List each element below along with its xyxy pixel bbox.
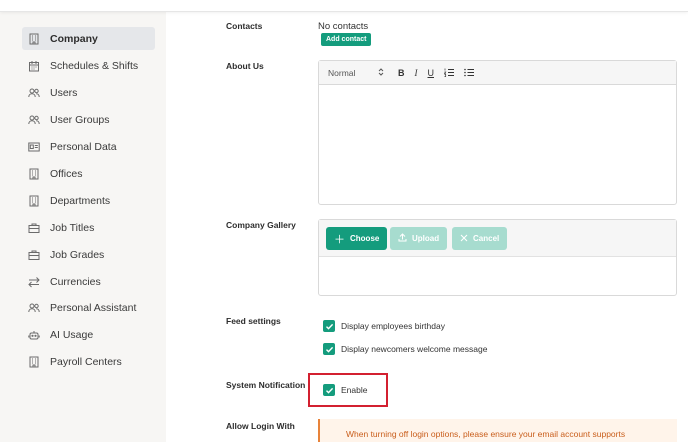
sidebar-item-label: Users bbox=[50, 86, 78, 99]
allow-login-label: Allow Login With bbox=[226, 421, 295, 431]
sidebar-item-label: User Groups bbox=[50, 113, 110, 126]
bold-button[interactable]: B bbox=[398, 68, 405, 78]
calendar-icon bbox=[27, 59, 41, 73]
sidebar-item-company[interactable]: Company bbox=[22, 27, 155, 50]
add-contact-button[interactable]: Add contact bbox=[321, 33, 372, 46]
feed-option-birthday[interactable]: Display employees birthday bbox=[323, 320, 445, 332]
users-icon bbox=[27, 86, 41, 100]
users-icon bbox=[27, 113, 41, 127]
sidebar-item-label: AI Usage bbox=[50, 328, 94, 341]
sidebar-item-job-grades[interactable]: Job Grades bbox=[22, 243, 155, 266]
sidebar-item-users[interactable]: Users bbox=[22, 81, 155, 104]
company-gallery-label: Company Gallery bbox=[226, 220, 296, 230]
feed-settings-label: Feed settings bbox=[226, 316, 281, 326]
gallery-drop-area[interactable] bbox=[319, 257, 676, 295]
bullet-list-icon bbox=[464, 68, 474, 77]
system-notification-label: System Notification bbox=[226, 380, 306, 390]
building-icon bbox=[27, 194, 41, 208]
sidebar-item-label: Departments bbox=[50, 194, 111, 207]
upload-label: Upload bbox=[412, 234, 440, 243]
header-select-value: Normal bbox=[328, 67, 356, 78]
sidebar-item-offices[interactable]: Offices bbox=[22, 162, 155, 185]
company-settings-form: Contacts No contacts Add contact About U… bbox=[166, 12, 688, 442]
plus-icon: ＋ bbox=[334, 233, 345, 246]
robot-icon bbox=[27, 328, 41, 342]
sidebar-item-label: Offices bbox=[50, 167, 83, 180]
sidebar-item-label: Schedules & Shifts bbox=[50, 59, 139, 72]
feed-option-newcomers[interactable]: Display newcomers welcome message bbox=[323, 343, 487, 355]
about-us-editor: Normal B I U bbox=[318, 60, 677, 205]
contacts-value: No contacts bbox=[318, 21, 369, 32]
sidebar-item-label: Currencies bbox=[50, 275, 101, 288]
ordered-list-icon bbox=[444, 68, 454, 77]
sidebar-item-label: Job Grades bbox=[50, 248, 105, 261]
ordered-list-button[interactable] bbox=[444, 68, 454, 77]
building-icon bbox=[27, 167, 41, 181]
login-warning-text: When turning off login options, please e… bbox=[346, 429, 626, 439]
sidebar-item-personal-data[interactable]: Personal Data bbox=[22, 135, 155, 158]
upload-icon bbox=[398, 232, 407, 245]
login-warning: When turning off login options, please e… bbox=[318, 419, 677, 442]
contacts-label: Contacts bbox=[226, 21, 263, 31]
feed-option-label: Display newcomers welcome message bbox=[341, 344, 488, 354]
check-icon[interactable] bbox=[323, 320, 335, 332]
cancel-label: Cancel bbox=[473, 234, 500, 243]
close-icon bbox=[460, 233, 468, 245]
editor-content-area[interactable] bbox=[319, 85, 676, 205]
choose-label: Choose bbox=[350, 234, 380, 243]
sidebar-item-label: Personal Assistant bbox=[50, 301, 137, 314]
upload-button[interactable]: Upload bbox=[390, 227, 448, 250]
sidebar-item-currencies[interactable]: Currencies bbox=[22, 270, 155, 293]
sidebar-item-label: Personal Data bbox=[50, 140, 117, 153]
bullet-list-button[interactable] bbox=[464, 68, 474, 77]
check-icon[interactable] bbox=[323, 343, 335, 355]
swap-icon bbox=[27, 275, 41, 289]
sidebar-item-user-groups[interactable]: User Groups bbox=[22, 108, 155, 131]
users-icon bbox=[27, 301, 41, 315]
sidebar-item-personal-assistant[interactable]: Personal Assistant bbox=[22, 296, 155, 319]
gallery-uploader: ＋ Choose Upload Cancel bbox=[318, 219, 677, 296]
sidebar-item-label: Job Titles bbox=[50, 221, 95, 234]
editor-toolbar: Normal B I U bbox=[319, 61, 676, 85]
building-icon bbox=[27, 32, 41, 46]
sidebar-item-schedules[interactable]: Schedules & Shifts bbox=[22, 54, 155, 77]
sidebar-item-payroll-centers[interactable]: Payroll Centers bbox=[22, 350, 155, 373]
sidebar-item-label: Payroll Centers bbox=[50, 355, 122, 368]
sidebar-item-label: Company bbox=[50, 32, 98, 45]
highlight-box bbox=[308, 373, 388, 407]
briefcase-icon bbox=[27, 248, 41, 262]
id-card-icon bbox=[27, 140, 41, 154]
top-bar bbox=[0, 0, 688, 12]
sidebar-item-job-titles[interactable]: Job Titles bbox=[22, 216, 155, 239]
settings-sidebar: Company Schedules & Shifts Users User Gr… bbox=[0, 12, 166, 442]
about-us-label: About Us bbox=[226, 61, 264, 71]
building-icon bbox=[27, 355, 41, 369]
select-arrows-icon bbox=[378, 67, 384, 78]
sidebar-item-departments[interactable]: Departments bbox=[22, 189, 155, 212]
uploader-toolbar: ＋ Choose Upload Cancel bbox=[319, 220, 676, 257]
feed-option-label: Display employees birthday bbox=[341, 321, 445, 331]
underline-button[interactable]: U bbox=[428, 68, 435, 78]
header-select[interactable]: Normal bbox=[328, 68, 384, 78]
cancel-button[interactable]: Cancel bbox=[452, 227, 508, 250]
italic-button[interactable]: I bbox=[415, 68, 418, 78]
sidebar-item-ai-usage[interactable]: AI Usage bbox=[22, 323, 155, 346]
choose-button[interactable]: ＋ Choose bbox=[326, 227, 388, 250]
briefcase-icon bbox=[27, 221, 41, 235]
